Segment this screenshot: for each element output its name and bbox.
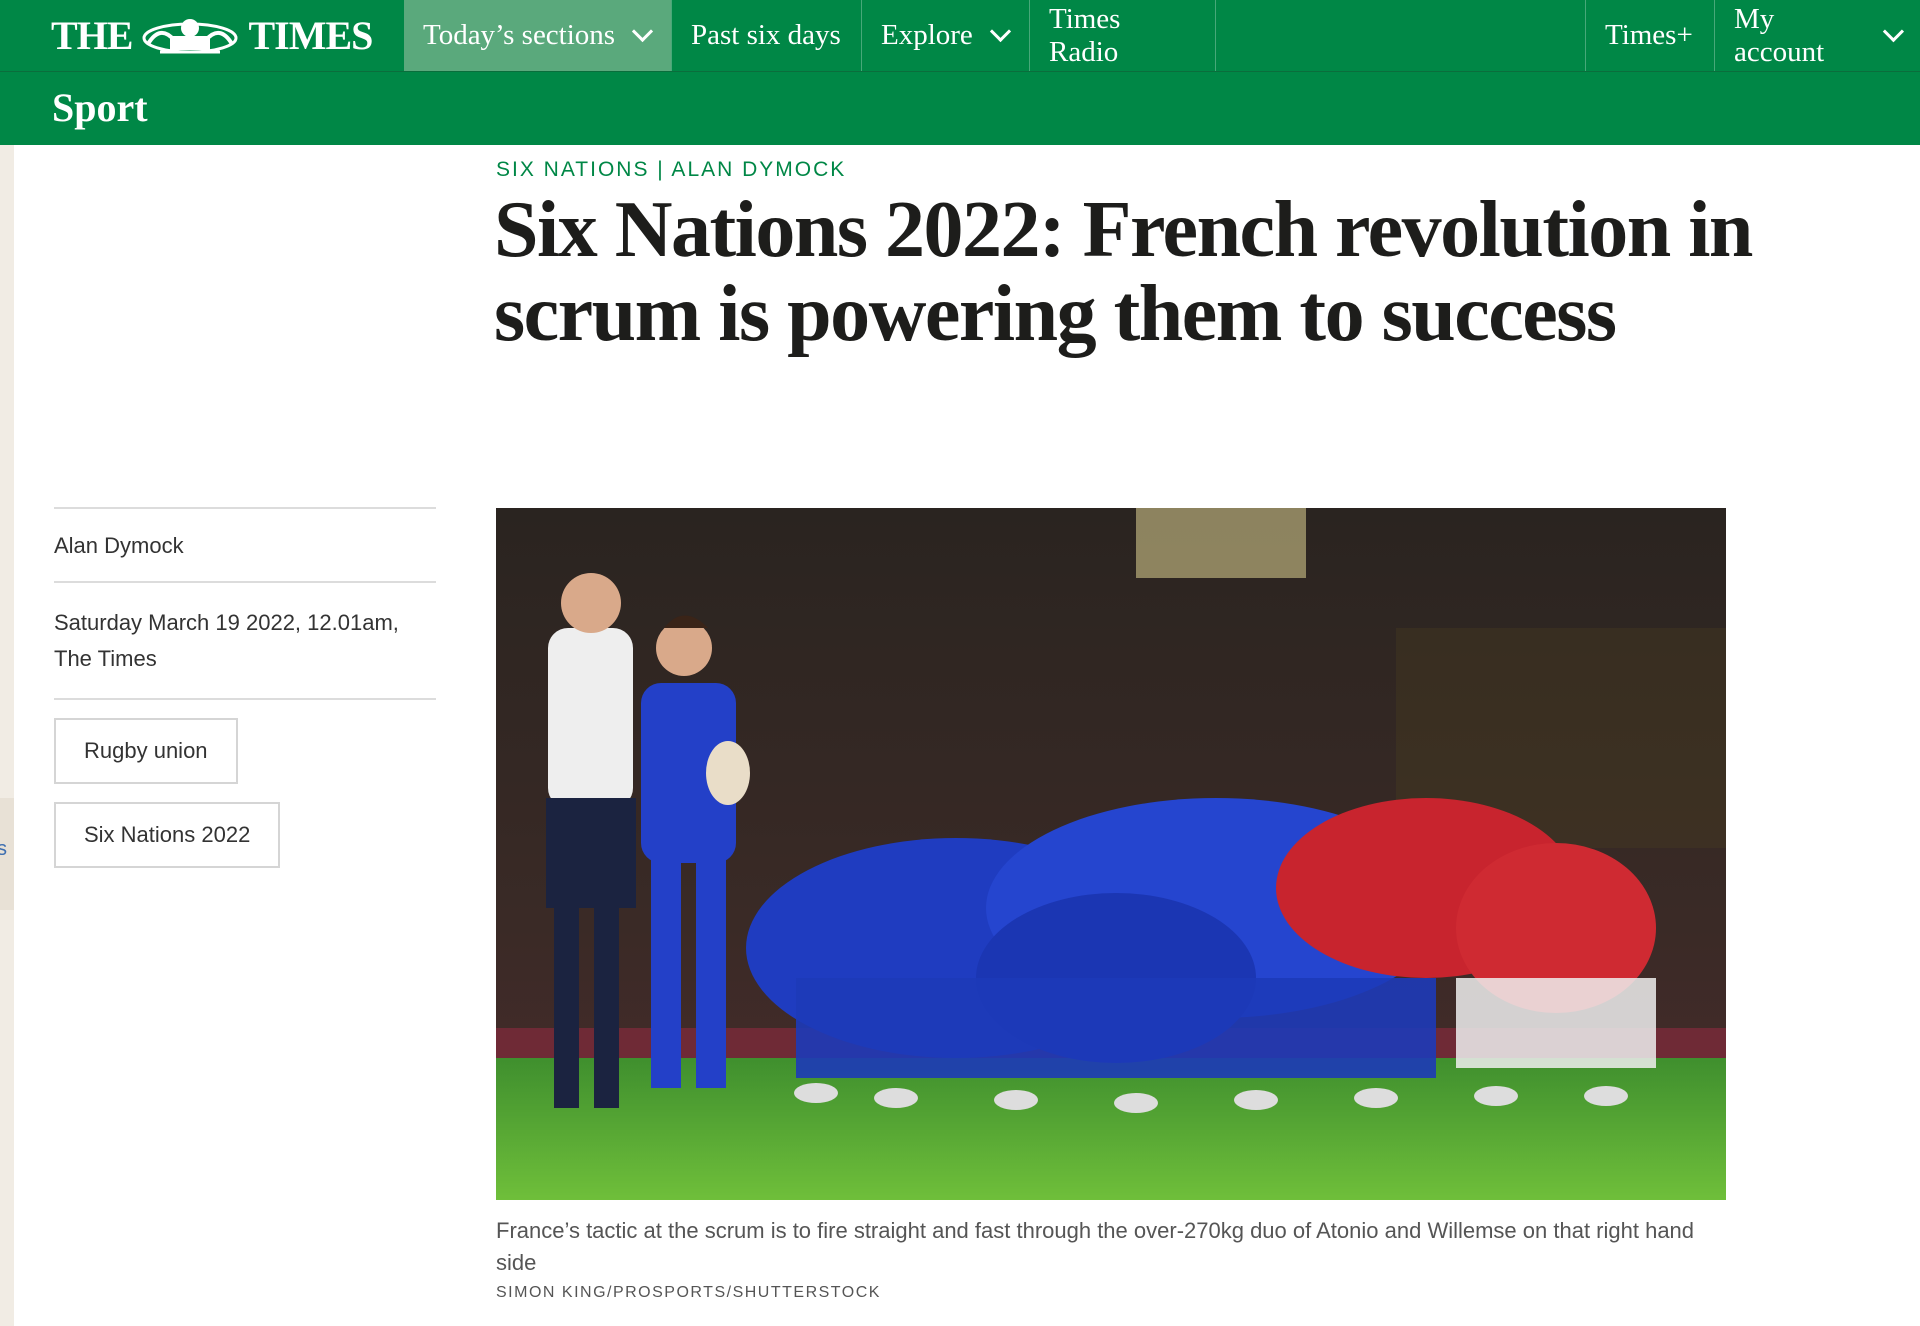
tag-six-nations-2022[interactable]: Six Nations 2022 [54,802,281,868]
royal-crest-icon [142,19,238,54]
article-headline: Six Nations 2022: French revolution in s… [494,186,1753,358]
nav-past-six-days-label: Past six days [691,19,841,51]
side-panel-glyph: s [0,838,7,860]
nav-explore-label: Explore [881,19,973,51]
article-meta: Alan Dymock Saturday March 19 2022, 12.0… [54,507,436,868]
chevron-down-icon [1883,20,1905,42]
logo-word-times: TIMES [248,12,373,58]
image-credit: SIMON KING/PROSPORTS/SHUTTERSTOCK [496,1284,881,1301]
side-panel-edge [0,145,14,1326]
nav-todays-sections[interactable]: Today’s sections [404,0,671,71]
section-title-sport[interactable]: Sport [52,84,148,131]
article-kicker[interactable]: SIX NATIONS | ALAN DYMOCK [496,158,846,182]
chevron-down-icon [631,20,654,42]
lead-image [496,508,1726,1200]
byline-author[interactable]: Alan Dymock [54,509,436,581]
scrum-photo-illustration [496,508,1726,1200]
nav-todays-sections-label: Today’s sections [423,19,616,51]
nav-my-account-label: My account [1734,2,1825,68]
publish-date: Saturday March 19 2022, 12.01am, The Tim… [54,610,399,671]
section-bar: Sport [0,71,1920,145]
chevron-down-icon [989,20,1011,42]
nav-times-radio-label: Times Radio [1049,2,1121,68]
logo-word-the: THE [51,12,133,58]
nav-explore[interactable]: Explore [861,0,1029,71]
nav-past-six-days[interactable]: Past six days [671,0,861,71]
times-logo[interactable]: THE TIMES [51,10,373,60]
tag-rugby-union[interactable]: Rugby union [54,718,238,784]
nav-times-radio[interactable]: Times Radio [1029,0,1216,71]
top-nav: THE TIMES Today’s sections Past six days… [0,0,1920,71]
nav-times-plus[interactable]: Times+ [1585,0,1714,71]
nav-times-plus-label: Times+ [1605,19,1693,51]
image-caption: France’s tactic at the scrum is to fire … [496,1218,1695,1275]
nav-my-account[interactable]: My account [1714,0,1920,71]
